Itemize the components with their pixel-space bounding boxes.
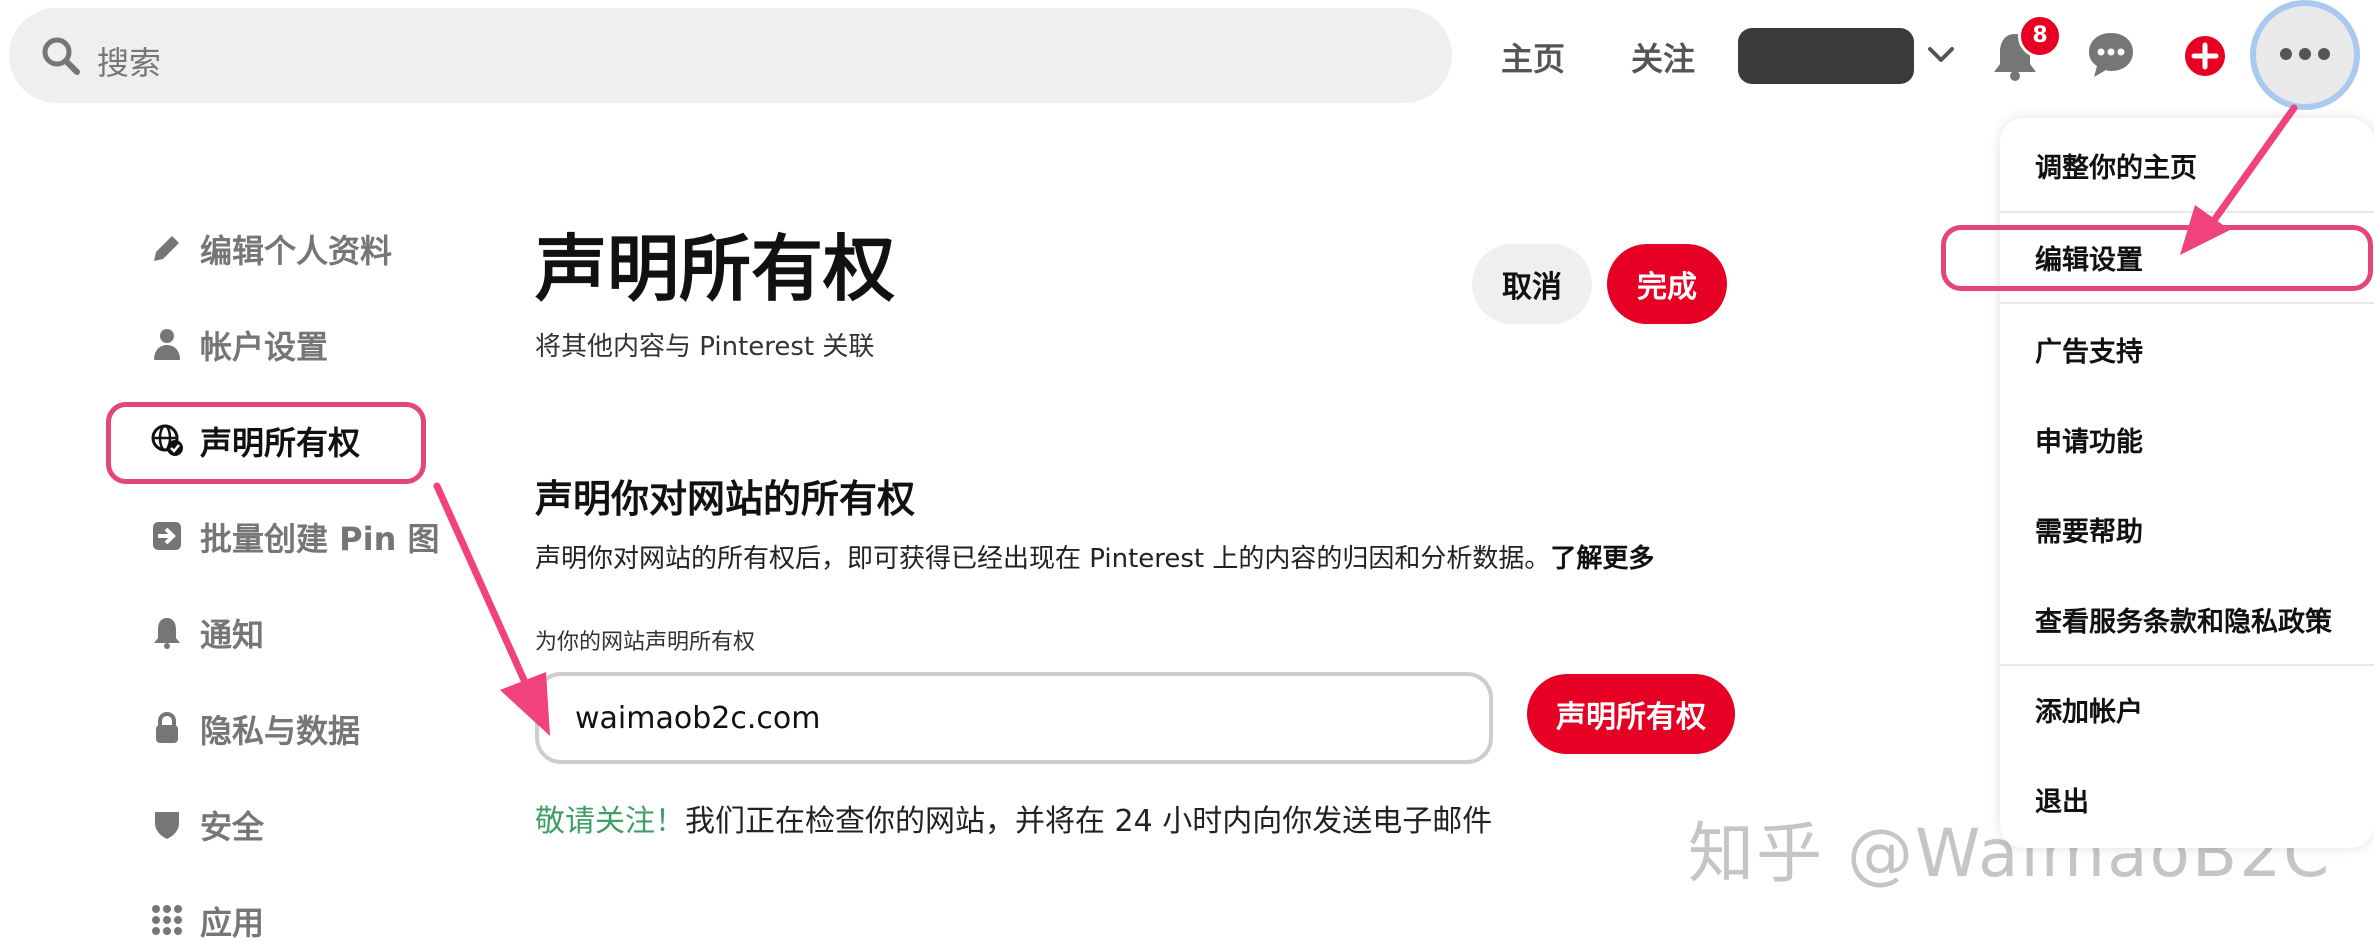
settings-page: 搜索 主页 关注 8 编辑个人资料 帐户设置 声明所有权 批量创建 Pin 图 … <box>0 0 2374 944</box>
arrow-to-menu <box>2206 104 2298 230</box>
arrow-to-input <box>433 482 528 684</box>
arrow-head-input <box>500 672 550 736</box>
annotation-arrows <box>433 104 2298 736</box>
